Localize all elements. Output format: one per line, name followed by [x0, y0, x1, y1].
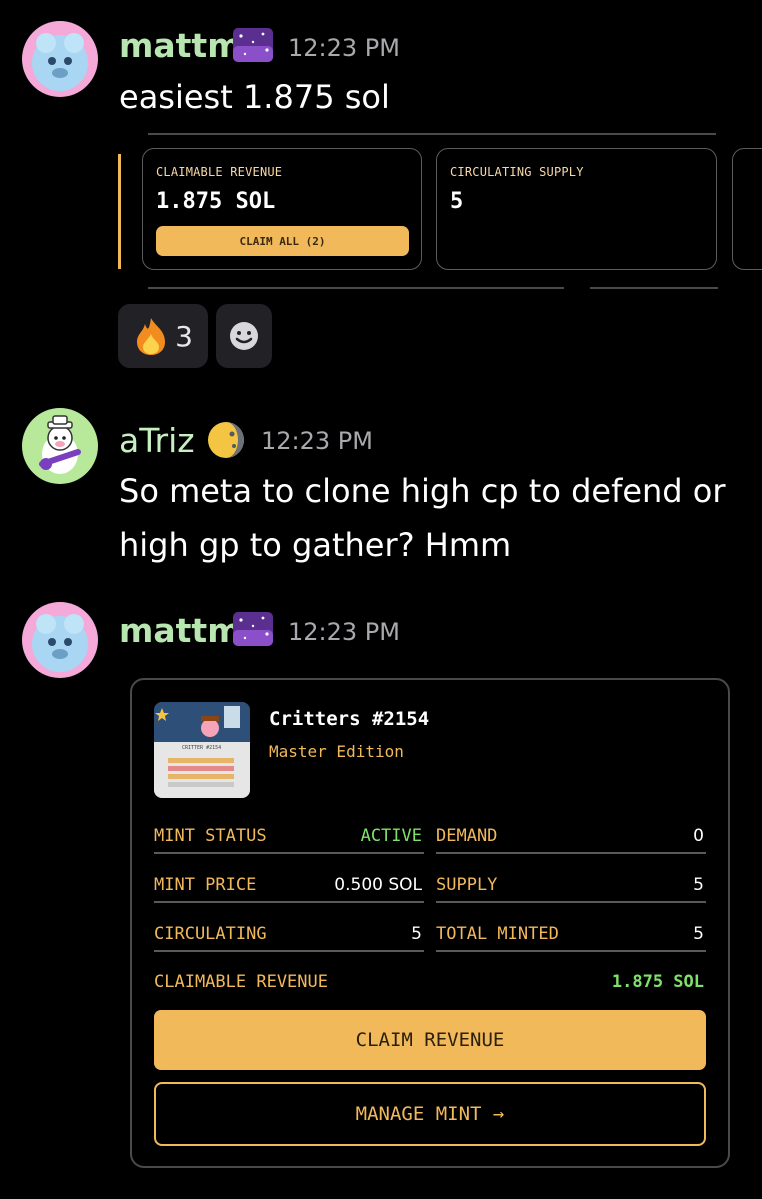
claim-revenue-button[interactable]: CLAIM REVENUE: [154, 1010, 706, 1070]
message-text-line2: high gp to gather? Hmm: [119, 526, 512, 564]
nft-subtitle: Master Edition: [269, 742, 404, 761]
card-value: 1.875 SOL: [156, 189, 276, 214]
avatar-mattm[interactable]: [22, 21, 98, 97]
avatar-mattm[interactable]: [22, 602, 98, 678]
divider-line: [590, 287, 718, 289]
claimable-revenue-card: CLAIMABLE REVENUE 1.875 SOL CLAIM ALL (2…: [142, 148, 422, 270]
mint-status-value: ACTIVE: [360, 826, 422, 846]
fluffy-blue-creature-avatar: [22, 21, 98, 97]
mint-status-label: MINT STATUS: [154, 826, 267, 846]
total-minted-value: 5: [693, 924, 704, 944]
moon-icon: [208, 422, 244, 458]
nft-thumbnail[interactable]: CRITTER #2154: [154, 702, 250, 798]
claimable-revenue-label: CLAIMABLE REVENUE: [154, 972, 328, 992]
highlight-bar: [118, 154, 121, 269]
partial-card: [732, 148, 762, 270]
thumbnail-caption: CRITTER #2154: [182, 745, 222, 751]
cow-with-guitar-avatar: [22, 408, 98, 484]
row-divider: [436, 852, 706, 854]
nft-title: Critters #2154: [269, 708, 430, 730]
galaxy-badge-icon: [233, 28, 273, 62]
row-divider: [154, 950, 424, 952]
card-label: CLAIMABLE REVENUE: [156, 165, 283, 179]
manage-mint-button[interactable]: MANAGE MINT →: [154, 1082, 706, 1146]
fluffy-blue-creature-avatar: [22, 602, 98, 678]
demand-label: DEMAND: [436, 826, 498, 846]
mint-price-value: 0.500 SOL: [334, 875, 422, 895]
row-divider: [436, 901, 706, 903]
mint-price-label: MINT PRICE: [154, 875, 257, 895]
circulating-value: 5: [411, 924, 422, 944]
row-divider: [154, 852, 424, 854]
message-text: easiest 1.875 sol: [119, 78, 390, 116]
circulating-label: CIRCULATING: [154, 924, 267, 944]
divider-line: [148, 133, 716, 135]
demand-value: 0: [693, 826, 704, 846]
card-label: CIRCULATING SUPPLY: [450, 165, 584, 179]
galaxy-badge-icon: [233, 612, 273, 646]
fire-icon: [137, 318, 166, 355]
timestamp: 12:23 PM: [261, 427, 373, 455]
row-divider: [436, 950, 706, 952]
supply-label: SUPPLY: [436, 875, 498, 895]
claimable-revenue-value: 1.875 SOL: [611, 972, 704, 992]
mint-embed-card: CRITTER #2154 Critters #2154 Master Edit…: [130, 678, 730, 1168]
divider-line: [148, 287, 564, 289]
avatar-atriz[interactable]: [22, 408, 98, 484]
author-name[interactable]: mattm: [119, 26, 242, 65]
image-attachment[interactable]: CLAIMABLE REVENUE 1.875 SOL CLAIM ALL (2…: [118, 130, 762, 295]
timestamp: 12:23 PM: [288, 618, 400, 646]
claim-all-button[interactable]: CLAIM ALL (2): [156, 226, 409, 256]
card-value: 5: [450, 189, 464, 214]
add-reaction-icon: [230, 322, 258, 350]
row-divider: [154, 901, 424, 903]
message-text-line1: So meta to clone high cp to defend or: [119, 472, 726, 510]
author-name[interactable]: aTriz: [119, 421, 195, 460]
reaction-fire[interactable]: 3: [118, 304, 208, 368]
timestamp: 12:23 PM: [288, 34, 400, 62]
author-name[interactable]: mattm: [119, 611, 242, 650]
reaction-count: 3: [175, 319, 193, 353]
circulating-supply-card: CIRCULATING SUPPLY 5: [436, 148, 717, 270]
supply-value: 5: [693, 875, 704, 895]
total-minted-label: TOTAL MINTED: [436, 924, 559, 944]
add-reaction-button[interactable]: [216, 304, 272, 368]
